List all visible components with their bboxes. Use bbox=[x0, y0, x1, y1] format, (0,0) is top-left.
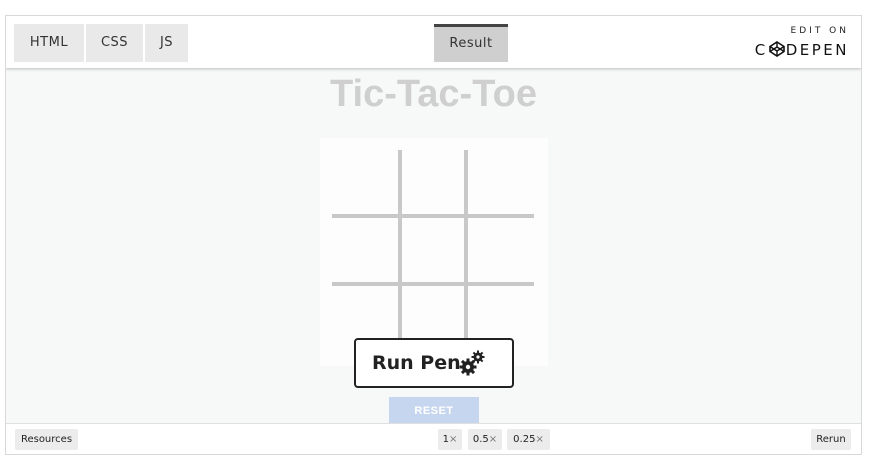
zoom-value: 0.5 bbox=[472, 434, 489, 445]
game-title: Tic-Tac-Toe bbox=[330, 73, 537, 115]
grid-line-vertical bbox=[464, 150, 468, 366]
tab-js[interactable]: JS bbox=[145, 24, 188, 62]
resources-button[interactable]: Resources bbox=[15, 429, 78, 450]
codepen-embed: HTML CSS JS Result EDIT ON C DEPEN Tic-Ta… bbox=[5, 15, 862, 455]
zoom-0.25x-button[interactable]: 0.25× bbox=[507, 429, 550, 450]
result-preview: Tic-Tac-Toe RESET Run Pen bbox=[6, 68, 861, 424]
zoom-suffix: × bbox=[488, 434, 498, 445]
zoom-suffix: × bbox=[448, 434, 458, 445]
zoom-suffix: × bbox=[535, 434, 544, 445]
grid-line-horizontal bbox=[332, 214, 534, 218]
edit-on-label: EDIT ON bbox=[790, 26, 849, 36]
codepen-cube-icon bbox=[768, 41, 785, 57]
codepen-logo-rest: DEPEN bbox=[785, 41, 849, 59]
tab-css[interactable]: CSS bbox=[86, 24, 143, 62]
grid-line-vertical bbox=[398, 150, 402, 366]
rerun-button[interactable]: Rerun bbox=[811, 429, 851, 450]
tab-html[interactable]: HTML bbox=[14, 24, 84, 62]
zoom-1x-button[interactable]: 1× bbox=[438, 429, 462, 450]
editor-tab-bar: HTML CSS JS Result EDIT ON C DEPEN bbox=[6, 16, 861, 68]
codepen-logo-c: C bbox=[754, 41, 768, 59]
codepen-logo: C DEPEN bbox=[739, 40, 849, 60]
grid-line-horizontal bbox=[332, 282, 534, 286]
tab-result[interactable]: Result bbox=[434, 24, 508, 62]
reset-button[interactable]: RESET bbox=[389, 397, 479, 424]
run-pen-label: Run Pen bbox=[372, 352, 461, 374]
bottom-toolbar: Resources 1× 0.5× 0.25× Rerun bbox=[6, 423, 861, 454]
run-pen-button[interactable]: Run Pen bbox=[354, 338, 514, 388]
edit-on-codepen-link[interactable]: EDIT ON C DEPEN bbox=[739, 25, 849, 59]
zoom-value: 0.25 bbox=[513, 434, 536, 445]
zoom-0.5x-button[interactable]: 0.5× bbox=[468, 429, 502, 450]
tic-tac-toe-board[interactable] bbox=[320, 138, 548, 366]
gears-icon bbox=[459, 350, 485, 376]
